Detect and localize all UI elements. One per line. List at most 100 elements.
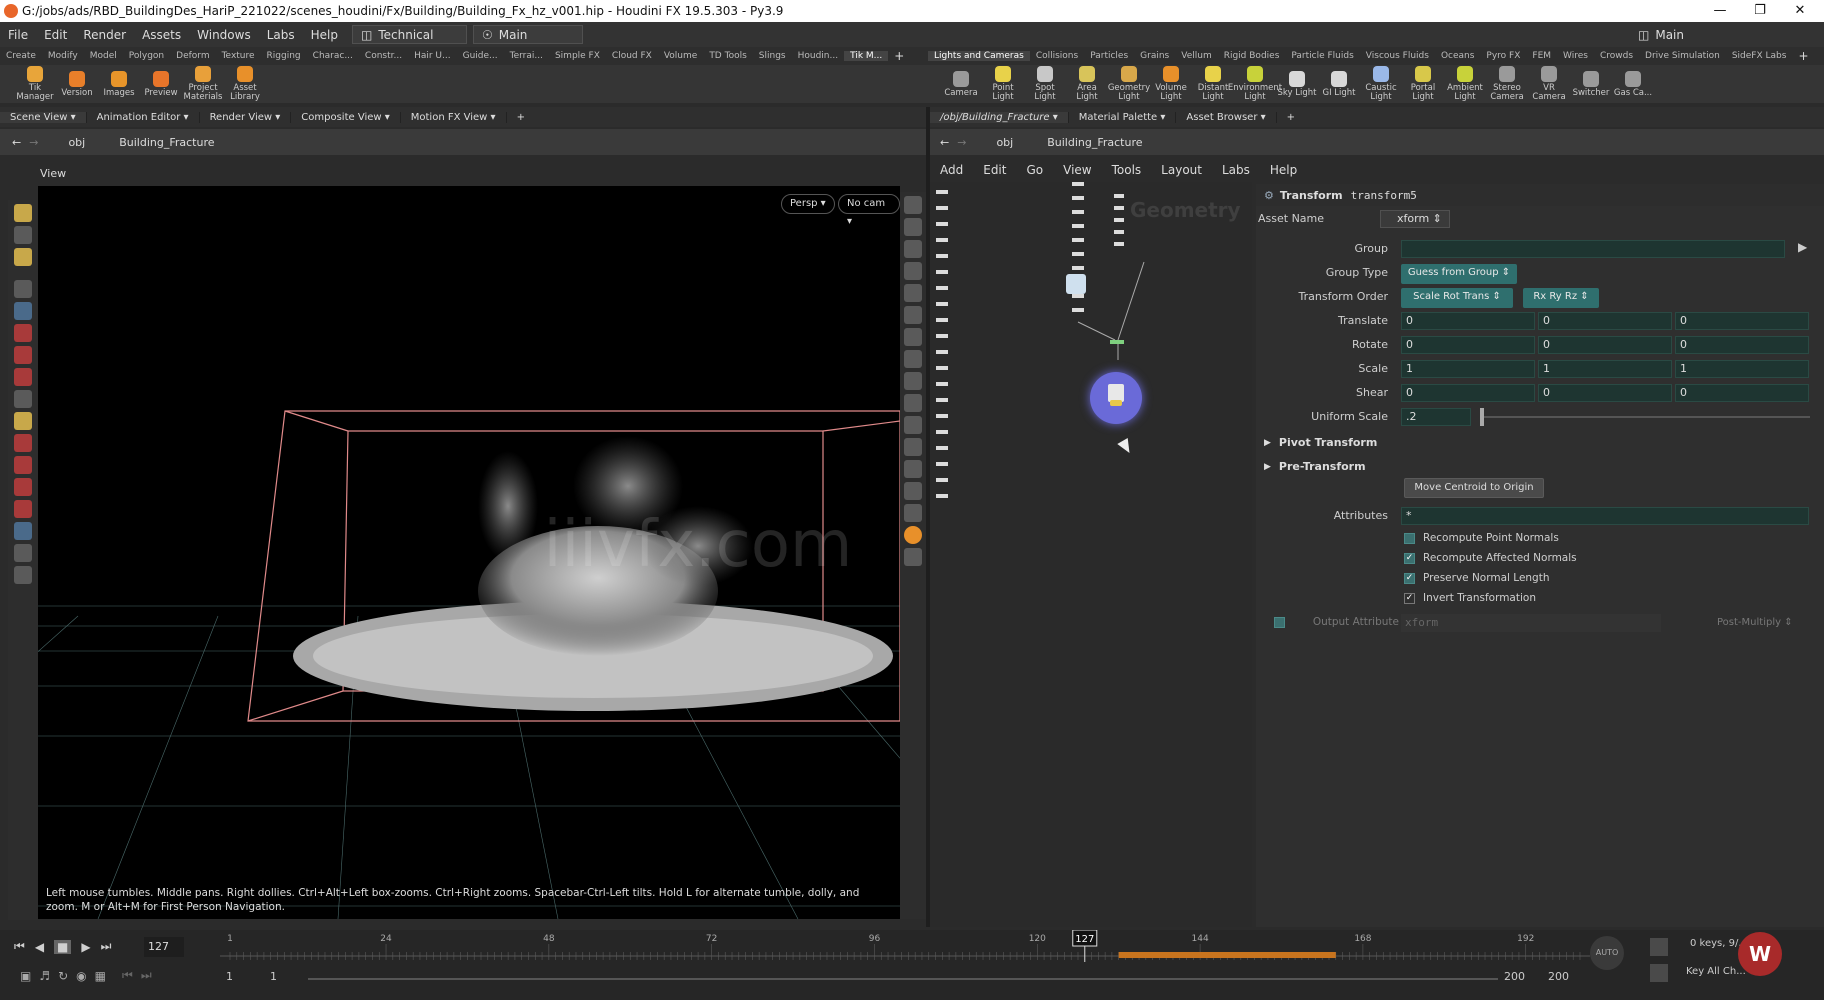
range-start2-field[interactable]: 1 <box>270 970 277 983</box>
pane-tab-asset-browser[interactable]: Asset Browser ▾ <box>1176 111 1277 123</box>
menu-edit[interactable]: Edit <box>36 28 75 42</box>
shelf-tab-fem[interactable]: FEM <box>1526 51 1557 61</box>
wireframe-icon[interactable] <box>904 262 922 280</box>
shelf-tool-project-materials[interactable]: Project Materials <box>182 66 224 102</box>
rotate-z-field[interactable]: 0 <box>1675 336 1809 354</box>
shelf-tool-ambient-light[interactable]: Ambient Light <box>1444 66 1486 102</box>
shelf-tool-geometry-light[interactable]: Geometry Light <box>1108 66 1150 102</box>
key-all-channels-button[interactable]: Key All Ch... <box>1686 966 1746 977</box>
auto-key-button[interactable]: AUTO <box>1590 936 1624 970</box>
shelf-tab-rigging[interactable]: Rigging <box>261 51 307 61</box>
shelf-tab-pyro-fx[interactable]: Pyro FX <box>1480 51 1526 61</box>
paint-tool-icon[interactable] <box>14 324 32 342</box>
loop-icon[interactable]: ↻ <box>58 969 68 983</box>
stop-icon[interactable]: ■ <box>54 939 72 954</box>
recompute-point-normals-checkbox[interactable] <box>1404 532 1415 544</box>
shelf-add-tab-button-right[interactable]: + <box>1792 49 1814 63</box>
ghost-display-icon[interactable] <box>904 504 922 522</box>
shelf-tab-particles[interactable]: Particles <box>1084 51 1134 61</box>
shelf-tool-portal-light[interactable]: Portal Light <box>1402 66 1444 102</box>
forward-arrow-icon[interactable]: → <box>29 136 38 149</box>
warning-icon[interactable] <box>904 526 922 544</box>
asset-name-select[interactable]: xform ⇕ <box>1380 210 1450 228</box>
network-building-fracture-path-item[interactable]: Building_Fracture <box>1031 136 1142 149</box>
audio-icon[interactable]: ♬ <box>39 969 50 983</box>
shelf-tab-td-tools[interactable]: TD Tools <box>703 51 752 61</box>
translate-y-field[interactable]: 0 <box>1538 312 1672 330</box>
shelf-tool-preview[interactable]: Preview <box>140 70 182 98</box>
rotate-order-select[interactable]: Rx Ry Rz ⇕ <box>1523 288 1599 308</box>
pane-tab-composite-view[interactable]: Composite View ▾ <box>291 111 401 123</box>
menu-labs[interactable]: Labs <box>259 28 303 42</box>
arrow-select-icon[interactable] <box>14 280 32 298</box>
group-field[interactable] <box>1401 240 1785 258</box>
scale-y-field[interactable]: 1 <box>1538 360 1672 378</box>
rotate-y-field[interactable]: 0 <box>1538 336 1672 354</box>
transform-order-select[interactable]: Scale Rot Trans ⇕ <box>1401 288 1513 308</box>
post-multiply-select[interactable]: Post-Multiply ⇕ <box>1701 614 1811 632</box>
shelf-tab-drive-simulation[interactable]: Drive Simulation <box>1639 51 1726 61</box>
shelf-tool-spot-light[interactable]: Spot Light <box>1024 66 1066 102</box>
shear-x-field[interactable]: 0 <box>1401 384 1535 402</box>
next-key-icon[interactable]: ⏭ <box>141 968 152 983</box>
shelf-tool-area-light[interactable]: Area Light <box>1066 66 1108 102</box>
view-tool-icon[interactable] <box>14 522 32 540</box>
shelf-tab-crowds[interactable]: Crowds <box>1594 51 1639 61</box>
step-back-icon[interactable]: ◀ <box>35 940 44 954</box>
shelf-tool-gi-light[interactable]: GI Light <box>1318 70 1360 98</box>
shelf-tool-environment-light[interactable]: Environment Light <box>1228 66 1282 102</box>
shelf-tool-asset-library[interactable]: Asset Library <box>224 66 266 102</box>
shelf-tab-houdin[interactable]: Houdin... <box>792 51 844 61</box>
group-type-select[interactable]: Guess from Group ⇕ <box>1401 264 1517 284</box>
shelf-tab-vellum[interactable]: Vellum <box>1175 51 1217 61</box>
invert-transformation-toggle[interactable]: ✓ Invert Transformation <box>1404 592 1536 604</box>
jump-end-icon[interactable]: ⏭ <box>101 939 112 954</box>
shelf-tab-volume[interactable]: Volume <box>658 51 703 61</box>
network-menu-view[interactable]: View <box>1053 163 1101 177</box>
invert-transformation-checkbox[interactable]: ✓ <box>1404 592 1415 604</box>
network-menu-edit[interactable]: Edit <box>973 163 1016 177</box>
network-menu-help[interactable]: Help <box>1260 163 1307 177</box>
translate-x-field[interactable]: 0 <box>1401 312 1535 330</box>
obj-path-item[interactable]: obj <box>52 136 85 149</box>
move-centroid-button[interactable]: Move Centroid to Origin <box>1404 478 1544 498</box>
range-start-field[interactable]: 1 <box>226 970 233 983</box>
shear-y-field[interactable]: 0 <box>1538 384 1672 402</box>
scale-x-field[interactable]: 1 <box>1401 360 1535 378</box>
shelf-tool-camera[interactable]: Camera <box>940 70 982 98</box>
shelf-tool-caustic-light[interactable]: Caustic Light <box>1360 66 1402 102</box>
network-menu-add[interactable]: Add <box>930 163 973 177</box>
network-menu-labs[interactable]: Labs <box>1212 163 1260 177</box>
range-end2-field[interactable]: 200 <box>1548 970 1569 983</box>
shelf-tab-constr[interactable]: Constr... <box>359 51 408 61</box>
attributes-field[interactable]: * <box>1401 507 1809 525</box>
lock-icon[interactable] <box>14 302 32 320</box>
play-icon[interactable]: ▶ <box>81 940 90 954</box>
menu-file[interactable]: File <box>0 28 36 42</box>
menu-assets[interactable]: Assets <box>134 28 189 42</box>
shelf-set-select[interactable]: ☉ Main <box>473 25 583 44</box>
shelf-tab-viscous-fluids[interactable]: Viscous Fluids <box>1360 51 1435 61</box>
building-fracture-path-item[interactable]: Building_Fracture <box>103 136 214 149</box>
shelf-tool-point-light[interactable]: Point Light <box>982 66 1024 102</box>
preserve-normal-length-checkbox[interactable]: ✓ <box>1404 572 1415 584</box>
visibility-icon[interactable] <box>904 218 922 236</box>
uniform-scale-slider-handle[interactable] <box>1480 408 1484 426</box>
prev-key-icon[interactable]: ⏮ <box>122 968 133 983</box>
pose-tool-icon[interactable] <box>14 248 32 266</box>
shelf-tool-version[interactable]: Version <box>56 70 98 98</box>
shelf-tab-guide[interactable]: Guide... <box>457 51 504 61</box>
magnet-snap-icon[interactable] <box>14 456 32 474</box>
grid-display-icon[interactable] <box>904 460 922 478</box>
shelf-tab-create[interactable]: Create <box>0 51 42 61</box>
shelf-tab-collisions[interactable]: Collisions <box>1030 51 1084 61</box>
realtime-toggle-icon[interactable]: ▣ <box>20 969 31 983</box>
pane-tab-render-view[interactable]: Render View ▾ <box>200 111 292 123</box>
pivot-transform-folder[interactable]: ▶ Pivot Transform <box>1264 436 1377 449</box>
background-icon[interactable] <box>904 438 922 456</box>
shelf-tab-cloud-fx[interactable]: Cloud FX <box>606 51 658 61</box>
normals-display-icon[interactable] <box>904 372 922 390</box>
pane-tab-obj-building-fracture[interactable]: /obj/Building_Fracture ▾ <box>930 111 1069 123</box>
shelf-tab-slings[interactable]: Slings <box>753 51 792 61</box>
lock-camera-icon[interactable] <box>904 240 922 258</box>
